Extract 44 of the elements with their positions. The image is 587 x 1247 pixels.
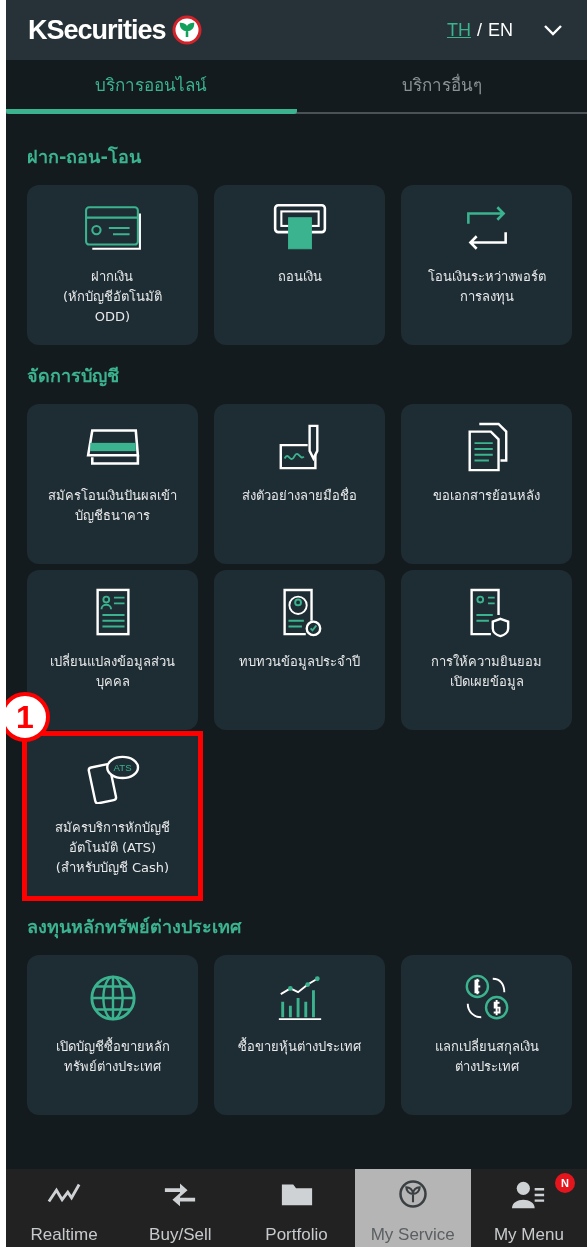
language-separator: / bbox=[476, 19, 482, 41]
service-tile[interactable]: เปิดบัญชีซื้อขายหลัก ทรัพย์ต่างประเทศ bbox=[27, 955, 198, 1115]
ats-icon-text: ATS bbox=[113, 762, 132, 774]
card-icon bbox=[83, 203, 142, 253]
tab[interactable]: บริการออนไลน์ bbox=[6, 60, 297, 114]
tile-label: สมัครโอนเงินปันผลเข้า บัญชีธนาคาร bbox=[48, 487, 177, 525]
leaf-logo-icon bbox=[171, 15, 202, 45]
step-number-badge: 1 bbox=[6, 692, 50, 742]
service-tile[interactable]: สมัครโอนเงินปันผลเข้า บัญชีธนาคาร bbox=[27, 404, 198, 564]
tile-label: โอนเงินระหว่างพอร์ต การลงทุน bbox=[427, 268, 546, 307]
chevron-down-icon[interactable] bbox=[543, 24, 563, 36]
tile-label: ซื้อขายหุ้นต่างประเทศ bbox=[238, 1037, 361, 1057]
section-heading: ลงทุนหลักทรัพย์ต่างประเทศ bbox=[27, 915, 243, 941]
tile-label: การให้ความยินยอม เปิดเผยข้อมูล bbox=[431, 653, 542, 692]
section-heading: ฝาก-ถอน-โอน bbox=[27, 145, 142, 169]
service-tile[interactable]: ถอนเงิน bbox=[214, 185, 385, 345]
nav-item[interactable]: N My Menu bbox=[470, 1169, 587, 1247]
tile-label: แลกเปลี่ยนสกุลเงิน ต่างประเทศ bbox=[434, 1037, 539, 1076]
service-tile[interactable]: การให้ความยินยอม เปิดเผยข้อมูล bbox=[401, 570, 572, 730]
service-tile[interactable]: ขอเอกสารย้อนหลัง bbox=[401, 404, 572, 564]
tile-label: เปิดบัญชีซื้อขายหลัก ทรัพย์ต่างประเทศ bbox=[55, 1037, 170, 1076]
service-tile[interactable]: ฝากเงิน (หักบัญชีอัตโนมัติ ODD) bbox=[27, 185, 198, 345]
nav-item[interactable]: Buy/Sell bbox=[122, 1169, 239, 1247]
tile-label: ทบทวนข้อมูลประจำปี bbox=[239, 653, 360, 672]
nav-item[interactable]: Portfolio bbox=[238, 1169, 355, 1247]
service-tile[interactable]: ส่งตัวอย่างลายมือชื่อ bbox=[214, 404, 385, 564]
service-tile[interactable]: แลกเปลี่ยนสกุลเงิน ต่างประเทศ bbox=[401, 955, 572, 1115]
tile-label: ส่งตัวอย่างลายมือชื่อ bbox=[242, 486, 357, 505]
tile-label: เปลี่ยนแปลงข้อมูลส่วน บุคคล bbox=[50, 652, 175, 692]
user-list-icon bbox=[511, 1179, 546, 1209]
tile-label: ขอเอกสารย้อนหลัง bbox=[433, 487, 540, 505]
language-link[interactable]: TH bbox=[446, 19, 471, 41]
nav-item[interactable]: Realtime bbox=[6, 1169, 123, 1247]
service-tile[interactable]: ทบทวนข้อมูลประจำปี bbox=[214, 570, 385, 730]
tile-label: สมัครบริการหักบัญชี อัตโนมัติ (ATS) (สำหรับบัญชี Cash) bbox=[55, 819, 170, 877]
brand-logo-text: KSecurities bbox=[28, 14, 166, 46]
notification-badge: N bbox=[555, 1173, 575, 1193]
section-heading: จัดการบัญชี bbox=[27, 364, 120, 389]
language-link[interactable]: EN bbox=[488, 19, 513, 41]
tile-label: ถอนเงิน bbox=[277, 268, 322, 286]
service-tile[interactable]: โอนเงินระหว่างพอร์ต การลงทุน bbox=[401, 185, 572, 345]
tile-label: ฝากเงิน (หักบัญชีอัตโนมัติ ODD) bbox=[62, 268, 163, 326]
tab[interactable]: บริการอื่นๆ bbox=[296, 60, 587, 114]
service-tile[interactable]: ซื้อขายหุ้นต่างประเทศ bbox=[214, 955, 385, 1115]
